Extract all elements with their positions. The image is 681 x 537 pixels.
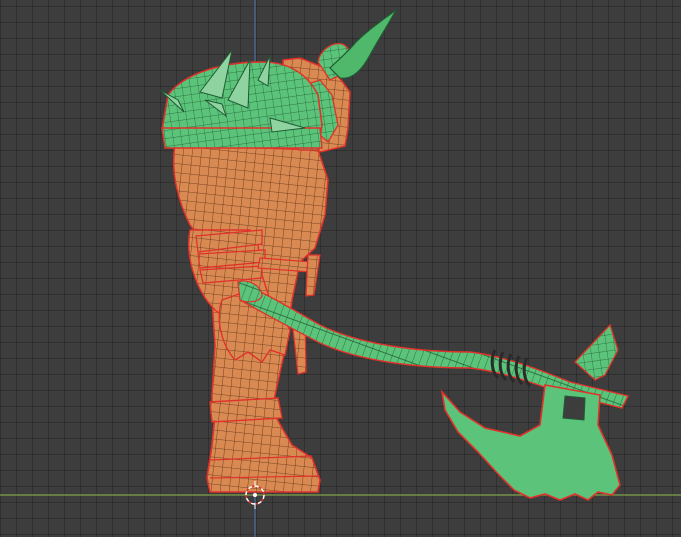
horned-helmet[interactable] — [317, 9, 397, 81]
scene-canvas[interactable] — [0, 0, 681, 537]
3d-viewport[interactable] — [0, 0, 681, 537]
